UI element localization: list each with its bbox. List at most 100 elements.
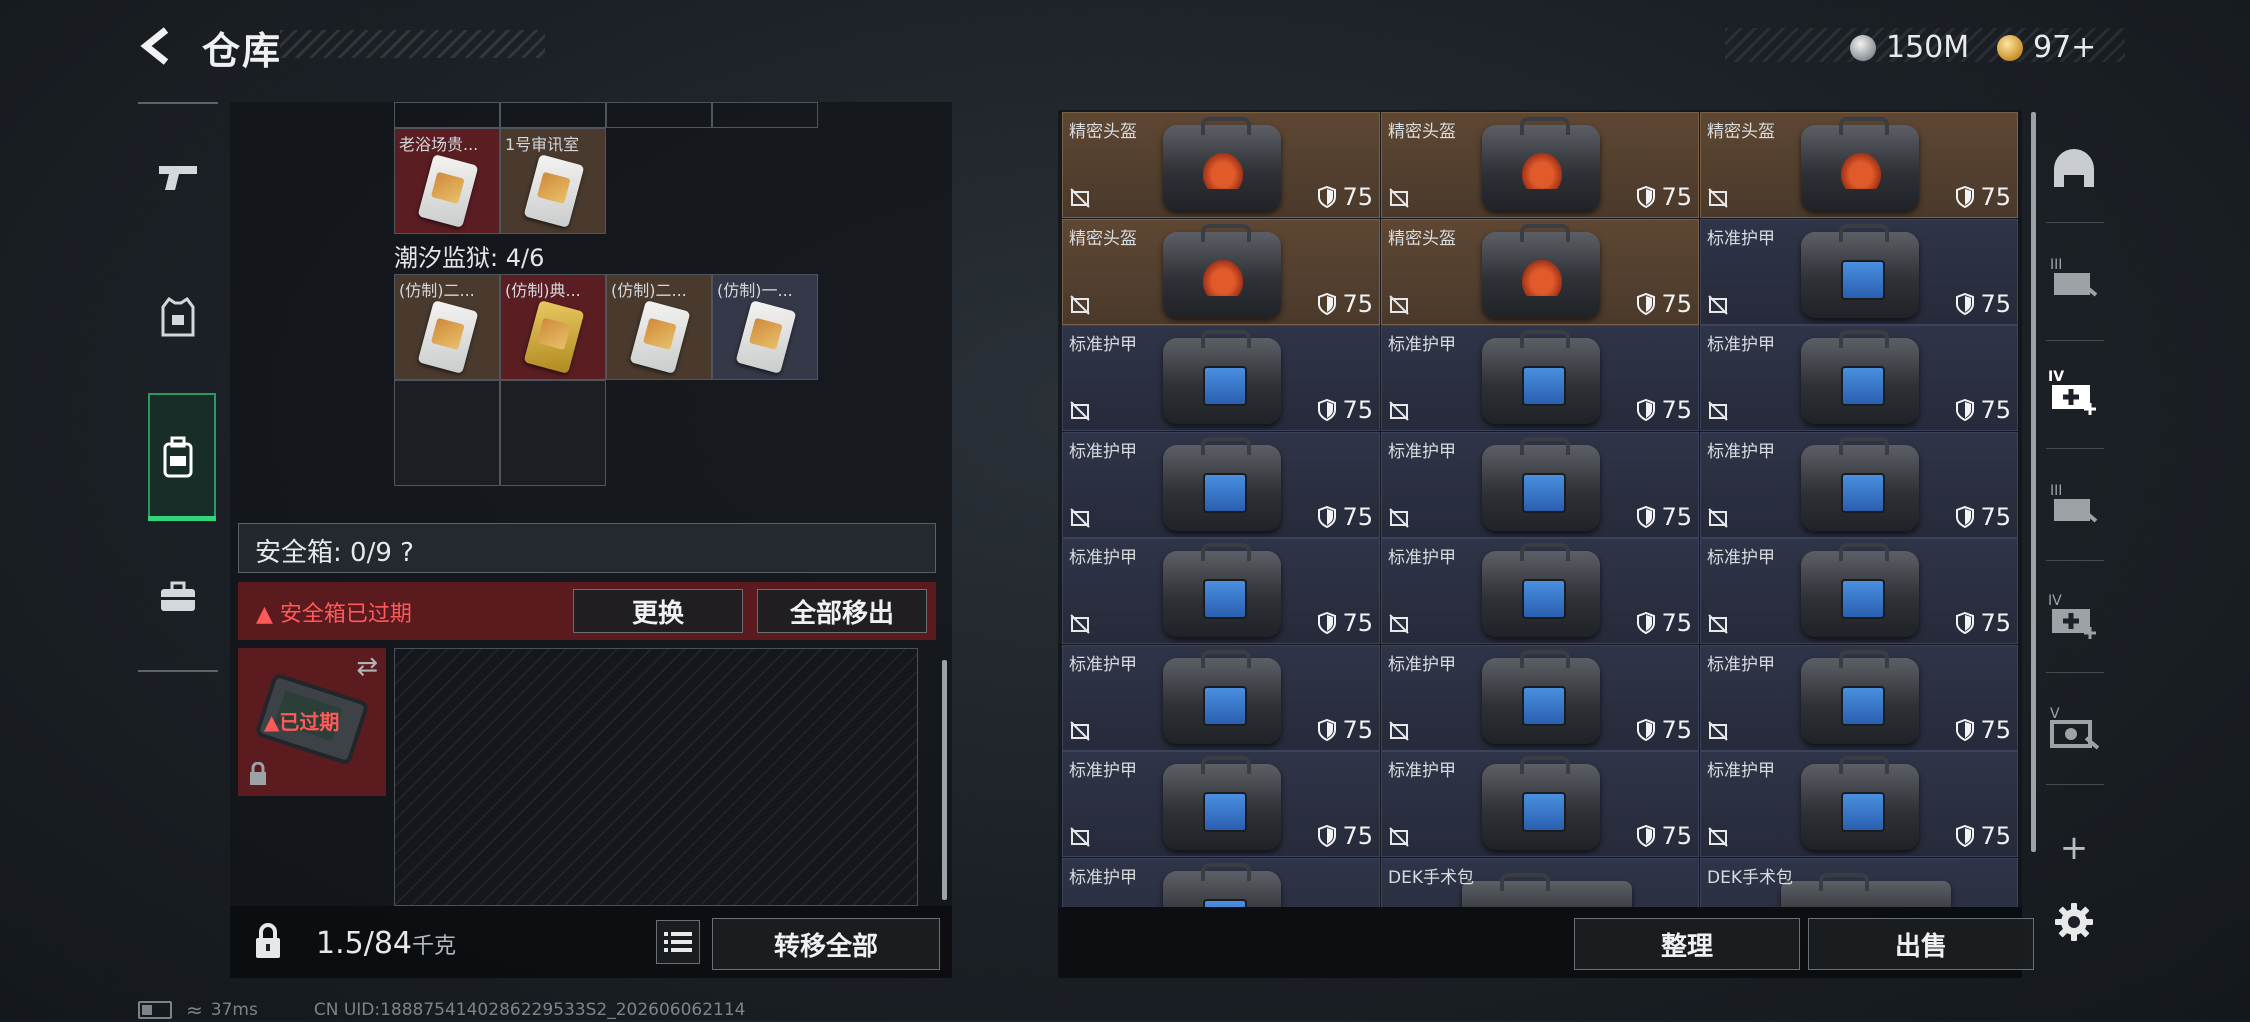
keycard-icon xyxy=(735,300,797,374)
item-label: (仿制)典... xyxy=(505,281,581,300)
item-name: 标准护甲 xyxy=(1069,867,1137,888)
replace-button[interactable]: 更换 xyxy=(573,589,743,633)
tab-medkit-iv[interactable]: IV xyxy=(2040,350,2108,432)
sort-button[interactable]: 整理 xyxy=(1574,918,1800,970)
stash-item-armor[interactable]: 标准护甲 75 xyxy=(1062,751,1380,857)
tab-weapons[interactable] xyxy=(148,132,208,222)
item-keycard[interactable]: (仿制)典... xyxy=(500,274,606,380)
safebox-title[interactable]: 安全箱: 0/9 ? xyxy=(255,532,414,569)
weight-display: 1.5/84千克 xyxy=(316,926,456,961)
keycard-icon xyxy=(417,154,479,228)
tab-medkit-iv-b[interactable]: IV xyxy=(2040,574,2108,656)
tab-armor[interactable] xyxy=(148,272,208,362)
item-keycard[interactable]: (仿制)二... xyxy=(606,274,712,380)
left-scrollbar[interactable] xyxy=(942,660,947,900)
item-keycard[interactable]: (仿制)一... xyxy=(712,274,818,380)
grid-cell[interactable] xyxy=(500,380,606,486)
grid-cell[interactable] xyxy=(500,102,606,128)
no-insurance-icon xyxy=(1389,188,1409,208)
stash-item-pack[interactable]: DEK手术包 xyxy=(1700,857,2018,907)
back-button[interactable] xyxy=(136,24,180,68)
stash-item-pack[interactable]: DEK手术包 xyxy=(1381,857,1699,907)
safebox-grid[interactable] xyxy=(394,648,918,906)
armor-case-icon xyxy=(1801,649,1919,744)
tab-case-v[interactable]: V xyxy=(2040,686,2108,768)
armor-case-icon xyxy=(1163,862,1281,907)
shield-icon xyxy=(1637,186,1656,208)
stash-item-armor[interactable]: 标准护甲 75 xyxy=(1381,644,1699,751)
stash-item-armor[interactable]: 标准护甲 75 xyxy=(1700,538,2018,644)
item-name: DEK手术包 xyxy=(1707,867,1793,888)
stash-item-armor[interactable]: 标准护甲 75 xyxy=(1700,325,2018,431)
durability: 75 xyxy=(1637,183,1692,211)
stash-item-helmet[interactable]: 精密头盔 75 xyxy=(1062,218,1380,325)
tab-helmet-filter[interactable] xyxy=(2040,128,2108,210)
stash-item-armor[interactable]: 标准护甲 75 xyxy=(1381,325,1699,431)
warning-icon: ▲ xyxy=(256,602,273,627)
tab-case[interactable] xyxy=(148,552,208,642)
no-insurance-icon xyxy=(1070,507,1090,528)
silver-coin-icon xyxy=(1850,34,1876,61)
stash-item-armor[interactable]: 标准护甲 75 xyxy=(1062,538,1380,644)
stash-item-armor[interactable]: 标准护甲 75 xyxy=(1700,644,2018,751)
stash-item-armor[interactable]: 标准护甲 xyxy=(1062,857,1380,907)
move-all-out-button[interactable]: 全部移出 xyxy=(757,589,927,633)
tab-backpack[interactable] xyxy=(148,412,208,502)
armor-case-icon xyxy=(1801,756,1919,850)
stash-item-armor[interactable]: 标准护甲 75 xyxy=(1062,644,1380,751)
safebox-slot[interactable]: ⇄ ▲已过期 xyxy=(238,648,386,796)
wifi-icon: ≈ xyxy=(186,998,203,1022)
swap-icon[interactable]: ⇄ xyxy=(356,652,378,682)
lock-button[interactable] xyxy=(246,920,290,964)
stash-item-armor[interactable]: 标准护甲 75 xyxy=(1700,218,2018,325)
currency-silver[interactable]: 150M xyxy=(1850,30,1969,65)
durability-value: 75 xyxy=(1342,609,1373,637)
stash-item-armor[interactable]: 标准护甲 75 xyxy=(1062,325,1380,431)
transfer-all-button[interactable]: 转移全部 xyxy=(712,918,940,970)
armor-case-icon xyxy=(1801,223,1919,318)
currency-gold[interactable]: 97+ xyxy=(1997,30,2096,65)
stash-item-armor[interactable]: 标准护甲 75 xyxy=(1700,751,2018,857)
active-tab-indicator xyxy=(148,516,216,521)
item-name: 标准护甲 xyxy=(1707,654,1775,675)
settings-button[interactable] xyxy=(2054,902,2094,942)
durability: 75 xyxy=(1637,716,1692,744)
armor-case-icon xyxy=(1163,649,1281,744)
item-keycard[interactable]: 老浴场贵... xyxy=(394,128,500,234)
grid-cell[interactable] xyxy=(712,102,818,128)
stash-item-helmet[interactable]: 精密头盔 75 xyxy=(1062,112,1380,218)
item-keycard[interactable]: 1号审讯室 xyxy=(500,128,606,234)
shield-icon xyxy=(1956,505,1975,528)
durability: 75 xyxy=(1956,822,2011,850)
durability-value: 75 xyxy=(1980,183,2011,211)
item-name: 标准护甲 xyxy=(1069,654,1137,675)
stash-item-helmet[interactable]: 精密头盔 75 xyxy=(1381,112,1699,218)
grid-cell[interactable] xyxy=(394,102,500,128)
armor-case-icon xyxy=(1163,436,1281,531)
tab-ammo-iii-b[interactable]: III xyxy=(2040,462,2108,544)
shield-icon xyxy=(1318,399,1337,421)
armor-case-icon xyxy=(1801,436,1919,531)
stash-item-helmet[interactable]: 精密头盔 75 xyxy=(1381,218,1699,325)
stash-item-armor[interactable]: 标准护甲 75 xyxy=(1381,538,1699,644)
item-keycard[interactable]: (仿制)二... xyxy=(394,274,500,380)
grid-cell[interactable] xyxy=(394,380,500,486)
armor-case-icon xyxy=(1482,436,1600,531)
stash-item-armor[interactable]: 标准护甲 75 xyxy=(1700,431,2018,538)
right-scrollbar[interactable] xyxy=(2031,112,2036,852)
expired-message: ▲ 安全箱已过期 xyxy=(256,596,412,628)
stash-item-armor[interactable]: 标准护甲 75 xyxy=(1381,751,1699,857)
stash-item-armor[interactable]: 标准护甲 75 xyxy=(1062,431,1380,538)
sell-button[interactable]: 出售 xyxy=(1808,918,2034,970)
item-name: 标准护甲 xyxy=(1069,335,1137,355)
medkit-iv-plus-icon: IV xyxy=(2048,369,2096,415)
add-filter-button[interactable]: + xyxy=(2054,828,2094,868)
grid-cell[interactable] xyxy=(606,102,712,128)
helmet-case-icon xyxy=(1801,117,1919,211)
list-view-button[interactable] xyxy=(656,920,700,964)
stash-item-helmet[interactable]: 精密头盔 75 xyxy=(1700,112,2018,218)
stash-item-armor[interactable]: 标准护甲 75 xyxy=(1381,431,1699,538)
tab-ammo-iii[interactable]: III xyxy=(2040,236,2108,318)
shield-icon xyxy=(1956,186,1975,208)
durability: 75 xyxy=(1637,503,1692,531)
